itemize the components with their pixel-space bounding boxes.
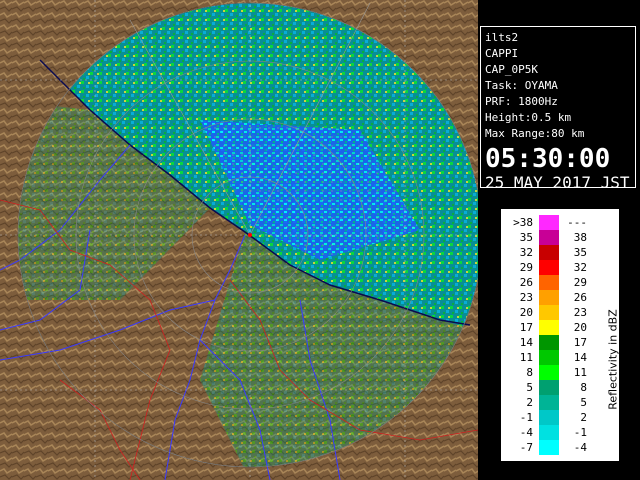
legend-upper-bound: 8 [580, 381, 587, 394]
legend-upper-bound: 23 [573, 306, 587, 319]
legend-row: 17 20 [501, 320, 601, 335]
info-panel: ilts2 CAPPI CAP_0P5K Task: OYAMA PRF: 18… [480, 26, 636, 192]
legend-color-swatch [539, 425, 559, 440]
legend-color-swatch [539, 335, 559, 350]
legend-lower-bound: 20 [519, 306, 533, 319]
legend-upper-bound: 2 [580, 411, 587, 424]
legend-upper-bound: 35 [573, 246, 587, 259]
legend-color-swatch [539, 245, 559, 260]
legend-color-swatch [539, 380, 559, 395]
legend-color-swatch [539, 230, 559, 245]
product-code: CAP_0P5K [485, 63, 538, 76]
height-label: Height:0.5 km [485, 111, 572, 124]
legend-lower-bound: 2 [526, 396, 533, 409]
legend-title: Reflectivity in dBZ [606, 309, 620, 410]
legend-upper-bound: 20 [573, 321, 587, 334]
legend-color-swatch [539, 395, 559, 410]
legend-title-container: Reflectivity in dBZ [605, 269, 620, 449]
legend-row: 26 29 [501, 275, 601, 290]
legend-lower-bound: 35 [519, 231, 533, 244]
legend-lower-bound: 32 [519, 246, 533, 259]
legend-row: 23 26 [501, 290, 601, 305]
legend-color-swatch [539, 260, 559, 275]
time-display: 05:30:00 [485, 144, 611, 174]
legend-row: 11 14 [501, 350, 601, 365]
legend-row: 14 17 [501, 335, 601, 350]
legend-lower-bound: >38 [513, 216, 533, 229]
legend-color-swatch [539, 410, 559, 425]
legend-lower-bound: 11 [519, 351, 533, 364]
legend-upper-bound: 11 [573, 366, 587, 379]
legend-color-swatch [539, 350, 559, 365]
radar-map [0, 0, 478, 480]
legend-row: -1 2 [501, 410, 601, 425]
date-display: 25 MAY 2017 JST [485, 173, 630, 192]
legend-lower-bound: 14 [519, 336, 533, 349]
legend-upper-bound: -1 [573, 426, 587, 439]
legend-row: 35 38 [501, 230, 601, 245]
site-name: ilts2 [485, 31, 519, 44]
legend-row: -7 -4 [501, 440, 601, 455]
max-range-label: Max Range:80 km [485, 127, 585, 140]
legend-row: >38 --- [501, 215, 601, 230]
radar-site-marker [248, 233, 252, 237]
legend-lower-bound: 5 [526, 381, 533, 394]
legend-upper-bound: 38 [573, 231, 587, 244]
legend-row: 8 11 [501, 365, 601, 380]
legend-upper-bound: --- [567, 216, 587, 229]
legend-upper-bound: -4 [573, 441, 587, 454]
legend-color-swatch [539, 320, 559, 335]
legend-upper-bound: 14 [573, 351, 587, 364]
legend-lower-bound: -4 [519, 426, 533, 439]
legend-panel: >38 --- 35 38 32 35 29 32 26 29 23 26 20 23 17 20 14 17 11… [500, 208, 620, 462]
legend-upper-bound: 26 [573, 291, 587, 304]
legend-lower-bound: 29 [519, 261, 533, 274]
legend-color-swatch [539, 440, 559, 455]
legend-lower-bound: 17 [519, 321, 533, 334]
legend-row: -4 -1 [501, 425, 601, 440]
legend-row: 32 35 [501, 245, 601, 260]
task-label: Task: OYAMA [485, 79, 558, 92]
legend-color-swatch [539, 365, 559, 380]
legend-row: 58 [501, 380, 601, 395]
legend-color-swatch [539, 215, 559, 230]
legend-color-swatch [539, 290, 559, 305]
legend-upper-bound: 17 [573, 336, 587, 349]
legend-color-swatch [539, 275, 559, 290]
product-type: CAPPI [485, 47, 519, 60]
legend-color-swatch [539, 305, 559, 320]
legend-lower-bound: 23 [519, 291, 533, 304]
legend-upper-bound: 29 [573, 276, 587, 289]
legend-lower-bound: 26 [519, 276, 533, 289]
legend-lower-bound: -1 [519, 411, 533, 424]
legend-upper-bound: 5 [580, 396, 587, 409]
prf-label: PRF: 1800Hz [485, 95, 558, 108]
legend-lower-bound: -7 [519, 441, 533, 454]
legend-row: 25 [501, 395, 601, 410]
legend-row: 20 23 [501, 305, 601, 320]
legend-upper-bound: 32 [573, 261, 587, 274]
legend-row: 29 32 [501, 260, 601, 275]
legend-lower-bound: 8 [526, 366, 533, 379]
